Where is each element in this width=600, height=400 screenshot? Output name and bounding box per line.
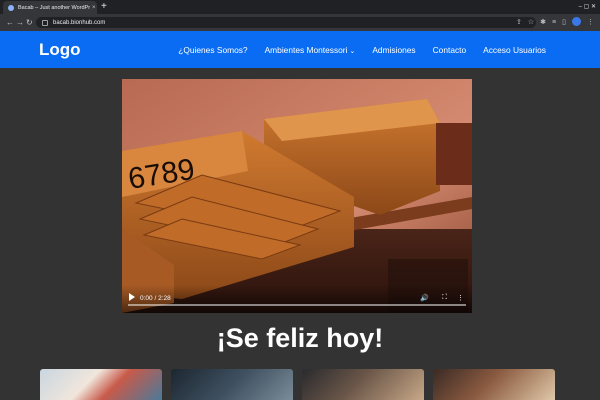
site-logo[interactable]: Logo — [39, 40, 81, 60]
extensions-icon[interactable]: ✱ — [540, 17, 546, 28]
browser-tab[interactable]: Bacab – Just another WordPress site × — [3, 1, 97, 14]
wordpress-icon — [8, 4, 14, 11]
sidepanel-icon[interactable]: ▯ — [562, 17, 566, 28]
profile-icon[interactable] — [572, 17, 581, 26]
close-tab-icon[interactable]: × — [92, 5, 96, 11]
hero-video[interactable]: 6789 0:00 / 2:28 🔊 ⛶ ⋮ — [122, 79, 472, 313]
menu-icon[interactable]: ⋮ — [587, 17, 594, 28]
tab-title: Bacab – Just another WordPress site — [18, 4, 90, 11]
play-icon[interactable] — [129, 293, 135, 301]
page-headline: ¡Se feliz hoy! — [216, 323, 384, 353]
nav-contacto[interactable]: Contacto — [433, 45, 467, 55]
gallery-image[interactable] — [433, 369, 555, 400]
site-header: Logo ¿Quienes Somos? Ambientes Montessor… — [0, 31, 600, 68]
volume-icon[interactable]: 🔊 — [420, 294, 429, 302]
toolbar-icons: ⇪ ☆ ✱ ≡ ▯ ⋮ — [516, 17, 594, 28]
gallery-image[interactable] — [302, 369, 424, 400]
gallery-image[interactable] — [40, 369, 162, 400]
video-frame-image: 6789 — [122, 79, 472, 313]
fullscreen-icon[interactable]: ⛶ — [442, 294, 447, 302]
url-text[interactable]: bacab.bionhub.com — [53, 20, 105, 26]
star-icon[interactable]: ☆ — [528, 17, 534, 28]
gallery-row — [40, 369, 555, 400]
nav-ambientes-label: Ambientes Montessori — [264, 44, 348, 55]
nav-admisiones[interactable]: Admisiones — [372, 45, 415, 55]
window-controls[interactable]: – ▢ ✕ — [579, 0, 596, 14]
chevron-down-icon: ⌄ — [349, 47, 356, 55]
more-options-icon[interactable]: ⋮ — [457, 294, 464, 302]
lock-icon — [42, 19, 48, 26]
reload-icon[interactable]: ↻ — [26, 17, 33, 28]
forward-icon[interactable]: → — [16, 17, 24, 28]
video-time: 0:00 / 2:28 — [140, 295, 171, 302]
back-icon[interactable]: ← — [6, 17, 14, 28]
gallery-image[interactable] — [171, 369, 293, 400]
reading-list-icon[interactable]: ≡ — [552, 17, 556, 28]
nav-quienes-somos[interactable]: ¿Quienes Somos? — [178, 45, 247, 55]
video-progress-bar[interactable] — [128, 304, 466, 306]
nav-acceso-usuarios[interactable]: Acceso Usuarios — [483, 45, 546, 55]
nav-ambientes-montessori[interactable]: Ambientes Montessori ⌄ — [265, 45, 356, 55]
video-controls: 0:00 / 2:28 🔊 ⛶ ⋮ — [122, 285, 472, 313]
browser-toolbar: ← → ↻ bacab.bionhub.com ⇪ ☆ ✱ ≡ ▯ ⋮ — [0, 14, 600, 31]
main-menu: ¿Quienes Somos? Ambientes Montessori ⌄ Ad… — [178, 31, 546, 68]
new-tab-button[interactable]: + — [101, 1, 107, 13]
address-bar[interactable]: bacab.bionhub.com — [36, 17, 536, 28]
share-icon[interactable]: ⇪ — [516, 17, 522, 28]
browser-window: Bacab – Just another WordPress site × + … — [0, 0, 600, 400]
tab-strip: Bacab – Just another WordPress site × + … — [0, 0, 600, 14]
